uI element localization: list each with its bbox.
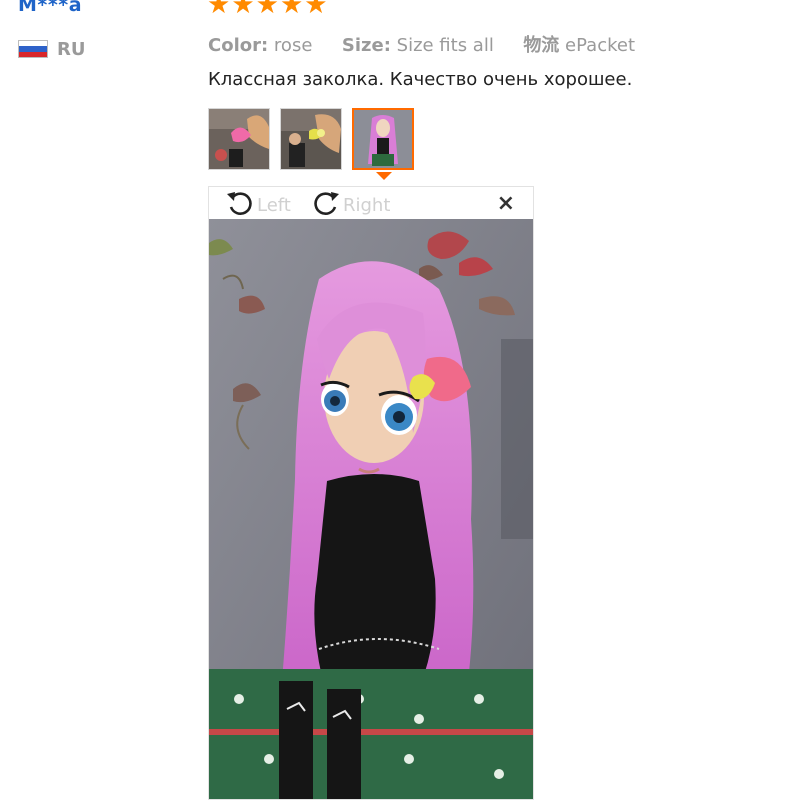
rotate-right-button[interactable]: Right xyxy=(311,189,390,222)
reviewer-country: RU xyxy=(18,38,85,60)
rotate-left-icon xyxy=(225,189,255,222)
review-photo-thumbnails xyxy=(208,108,414,170)
star-icon: ★ xyxy=(231,0,255,20)
attr-shipping-key: 物流 xyxy=(523,35,560,56)
review-photo-thumbnail-3[interactable] xyxy=(352,108,414,170)
star-icon: ★ xyxy=(255,0,279,20)
review-text: Классная заколка. Качество очень хорошее… xyxy=(208,69,633,90)
attr-size-value: Size fits all xyxy=(396,35,494,56)
russia-flag-icon xyxy=(18,40,48,58)
rotate-right-label: Right xyxy=(343,195,391,216)
star-icon: ★ xyxy=(304,0,328,20)
review-photo-large xyxy=(209,219,533,799)
selected-thumbnail-indicator xyxy=(376,172,392,180)
attr-shipping-value: ePacket xyxy=(565,35,636,56)
rotate-right-icon xyxy=(311,189,341,222)
review-photo-thumbnail-2[interactable] xyxy=(280,108,342,170)
star-icon: ★ xyxy=(207,0,231,20)
close-icon[interactable]: × xyxy=(497,193,515,215)
attr-size-key: Size: xyxy=(341,35,391,56)
photo-viewer: Left Right × xyxy=(208,186,534,800)
order-attributes: Color: rose Size: Size fits all 物流 ePack… xyxy=(208,31,635,57)
star-icon: ★ xyxy=(279,0,304,20)
viewer-toolbar: Left Right × xyxy=(209,187,533,219)
reviewer-name: M***a xyxy=(18,0,83,16)
country-code: RU xyxy=(57,38,86,60)
attr-color-key: Color: xyxy=(208,35,269,56)
rotate-left-label: Left xyxy=(257,195,291,216)
rotate-left-button[interactable]: Left xyxy=(225,189,291,222)
star-rating: ★ ★ ★ ★ ★ xyxy=(207,0,328,18)
attr-color-value: rose xyxy=(273,35,313,56)
review-photo-thumbnail-1[interactable] xyxy=(208,108,270,170)
